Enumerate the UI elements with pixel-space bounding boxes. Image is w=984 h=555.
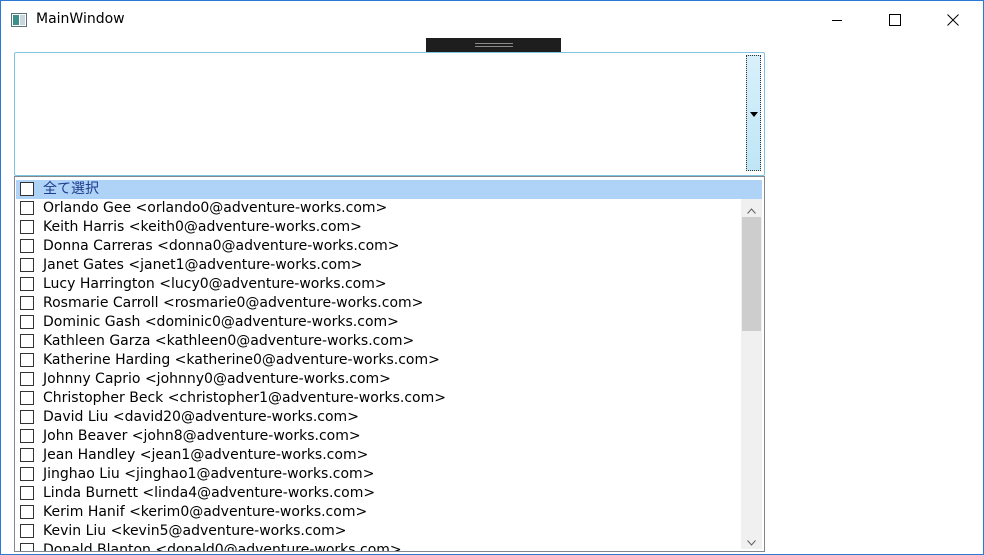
dropdown-list: 全て選択 Orlando Gee <orlando0@adventure-wor… — [14, 176, 765, 552]
item-checkbox[interactable] — [20, 410, 34, 424]
list-item[interactable]: Jean Handley <jean1@adventure-works.com> — [16, 446, 741, 465]
select-all-checkbox[interactable] — [20, 182, 34, 196]
scroll-up-button[interactable] — [741, 199, 762, 217]
chevron-down-icon — [747, 531, 756, 550]
item-label: Linda Burnett <linda4@adventure-works.co… — [43, 485, 376, 501]
item-checkbox[interactable] — [20, 391, 34, 405]
item-label: Orlando Gee <orlando0@adventure-works.co… — [43, 200, 388, 216]
dropdown-arrow-icon — [750, 112, 758, 117]
scrollbar-thumb[interactable] — [742, 217, 761, 331]
item-label: Jinghao Liu <jinghao1@adventure-works.co… — [43, 466, 375, 482]
list-item[interactable]: Linda Burnett <linda4@adventure-works.co… — [16, 484, 741, 503]
minimize-icon — [831, 11, 843, 30]
window-app-icon — [11, 12, 27, 27]
main-window: MainWindow 全て選択 Orlando Gee <orlando0@ad… — [0, 0, 984, 555]
item-checkbox[interactable] — [20, 372, 34, 386]
list-item[interactable]: Rosmarie Carroll <rosmarie0@adventure-wo… — [16, 294, 741, 313]
item-checkbox[interactable] — [20, 220, 34, 234]
multi-select-combobox[interactable] — [14, 52, 765, 176]
list-item[interactable]: Jinghao Liu <jinghao1@adventure-works.co… — [16, 465, 741, 484]
item-label: Lucy Harrington <lucy0@adventure-works.c… — [43, 276, 387, 292]
list-item[interactable]: Christopher Beck <christopher1@adventure… — [16, 389, 741, 408]
item-checkbox[interactable] — [20, 201, 34, 215]
list-item[interactable]: Orlando Gee <orlando0@adventure-works.co… — [16, 199, 741, 218]
grip-lines — [475, 43, 513, 47]
item-checkbox[interactable] — [20, 467, 34, 481]
list-item[interactable]: Kerim Hanif <kerim0@adventure-works.com> — [16, 503, 741, 522]
item-checkbox[interactable] — [20, 239, 34, 253]
maximize-button[interactable] — [866, 1, 924, 39]
item-label: Johnny Caprio <johnny0@adventure-works.c… — [43, 371, 391, 387]
list-item[interactable]: Dominic Gash <dominic0@adventure-works.c… — [16, 313, 741, 332]
item-checkbox[interactable] — [20, 315, 34, 329]
item-label: Kathleen Garza <kathleen0@adventure-work… — [43, 333, 415, 349]
combobox-text-area[interactable] — [15, 53, 744, 175]
title-bar[interactable]: MainWindow — [1, 1, 983, 39]
item-label: Donald Blanton <donald0@adventure-works.… — [43, 542, 402, 552]
window-title: MainWindow — [36, 11, 125, 27]
item-label: Christopher Beck <christopher1@adventure… — [43, 390, 446, 406]
list-item[interactable]: Kathleen Garza <kathleen0@adventure-work… — [16, 332, 741, 351]
item-label: Dominic Gash <dominic0@adventure-works.c… — [43, 314, 399, 330]
item-label: Kevin Liu <kevin5@adventure-works.com> — [43, 523, 347, 539]
list-item[interactable]: Johnny Caprio <johnny0@adventure-works.c… — [16, 370, 741, 389]
item-checkbox[interactable] — [20, 353, 34, 367]
list-item[interactable]: Lucy Harrington <lucy0@adventure-works.c… — [16, 275, 741, 294]
item-label: Katherine Harding <katherine0@adventure-… — [43, 352, 440, 368]
combobox-dropdown-button[interactable] — [746, 55, 761, 171]
item-checkbox[interactable] — [20, 448, 34, 462]
item-label: Donna Carreras <donna0@adventure-works.c… — [43, 238, 400, 254]
close-button[interactable] — [924, 1, 982, 39]
item-checkbox[interactable] — [20, 543, 34, 551]
list-item[interactable]: Janet Gates <janet1@adventure-works.com> — [16, 256, 741, 275]
item-checkbox[interactable] — [20, 334, 34, 348]
select-all-item[interactable]: 全て選択 — [16, 180, 762, 199]
item-checkbox[interactable] — [20, 505, 34, 519]
minimize-button[interactable] — [808, 1, 866, 39]
item-label: Jean Handley <jean1@adventure-works.com> — [43, 447, 369, 463]
list-item[interactable]: Kevin Liu <kevin5@adventure-works.com> — [16, 522, 741, 541]
item-checkbox[interactable] — [20, 524, 34, 538]
item-label: Janet Gates <janet1@adventure-works.com> — [43, 257, 363, 273]
maximize-icon — [889, 11, 901, 30]
close-icon — [947, 11, 959, 30]
item-checkbox[interactable] — [20, 296, 34, 310]
list-item[interactable]: Katherine Harding <katherine0@adventure-… — [16, 351, 741, 370]
item-label: John Beaver <john8@adventure-works.com> — [43, 428, 361, 444]
item-label: David Liu <david20@adventure-works.com> — [43, 409, 359, 425]
resize-grip[interactable] — [426, 38, 561, 52]
item-label: Keith Harris <keith0@adventure-works.com… — [43, 219, 362, 235]
item-checkbox[interactable] — [20, 277, 34, 291]
scroll-down-button[interactable] — [741, 531, 762, 549]
item-label: Rosmarie Carroll <rosmarie0@adventure-wo… — [43, 295, 424, 311]
item-checkbox[interactable] — [20, 258, 34, 272]
select-all-label: 全て選択 — [43, 181, 99, 197]
list-item[interactable]: John Beaver <john8@adventure-works.com> — [16, 427, 741, 446]
list-item[interactable]: Keith Harris <keith0@adventure-works.com… — [16, 218, 741, 237]
chevron-up-icon — [747, 199, 756, 218]
item-checkbox[interactable] — [20, 486, 34, 500]
list-item[interactable]: Donna Carreras <donna0@adventure-works.c… — [16, 237, 741, 256]
list-item[interactable]: Donald Blanton <donald0@adventure-works.… — [16, 541, 741, 552]
item-label: Kerim Hanif <kerim0@adventure-works.com> — [43, 504, 368, 520]
vertical-scrollbar[interactable] — [741, 199, 762, 549]
item-checkbox[interactable] — [20, 429, 34, 443]
list-item[interactable]: David Liu <david20@adventure-works.com> — [16, 408, 741, 427]
